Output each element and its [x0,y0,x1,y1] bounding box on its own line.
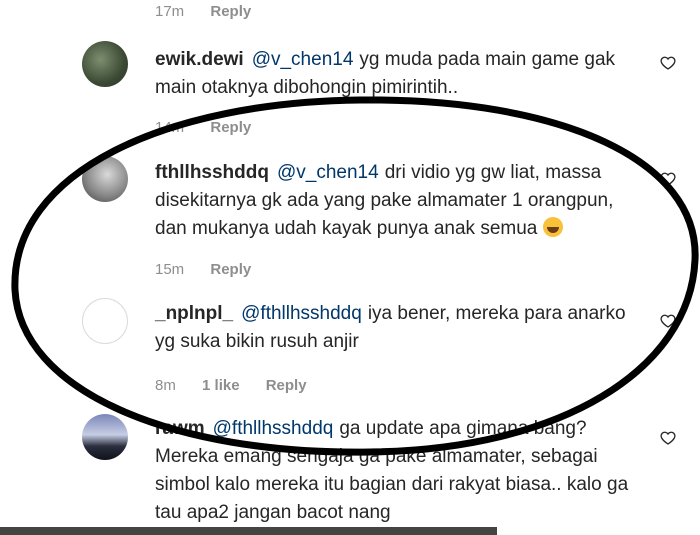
timestamp: 8m [155,377,176,394]
timestamp: 17m [155,3,185,20]
username[interactable]: fthllhsshddq [155,162,269,183]
username[interactable]: rawm [155,418,205,439]
reply-button[interactable]: Reply [266,377,307,394]
mention-link[interactable]: @fthllhsshddq [241,303,362,324]
reply-button[interactable]: Reply [210,261,251,278]
heart-icon[interactable] [660,430,676,446]
avatar[interactable] [82,298,128,344]
avatar[interactable] [82,156,128,202]
comment-meta: 15m Reply [155,261,273,278]
comment-text: rawm @fthllhsshddq ga update apa gimana ba… [155,415,645,527]
heart-icon[interactable] [660,55,676,71]
timestamp: 14m [155,119,185,136]
avatar[interactable] [82,41,128,87]
scrollbar[interactable] [0,527,497,535]
username[interactable]: _nplnpl_ [155,303,233,324]
comment-text: ewik.dewi @v_chen14 yg muda pada main game… [155,46,645,102]
comment-meta: 14m Reply [155,119,273,136]
avatar[interactable] [82,414,128,460]
comment-text: _nplnpl_ @fthllhsshddq iya bener, mereka p… [155,300,645,356]
reply-button[interactable]: Reply [210,119,251,136]
heart-icon[interactable] [660,171,676,187]
laughing-emoji-icon [542,217,563,237]
heart-icon[interactable] [660,313,676,329]
username[interactable]: ewik.dewi [155,49,244,70]
mention-link[interactable]: @fthllhsshddq [213,418,334,439]
comment-text: fthllhsshddq @v_chen14 dri vidio yg gw lia… [155,159,645,243]
mention-link[interactable]: @v_chen14 [277,162,379,183]
likes-count[interactable]: 1 like [202,377,240,394]
comment-meta: 8m 1 like Reply [155,377,329,394]
timestamp: 15m [155,261,185,278]
comment-meta: 17m Reply [155,3,273,20]
mention-link[interactable]: @v_chen14 [252,49,354,70]
reply-button[interactable]: Reply [210,3,251,20]
